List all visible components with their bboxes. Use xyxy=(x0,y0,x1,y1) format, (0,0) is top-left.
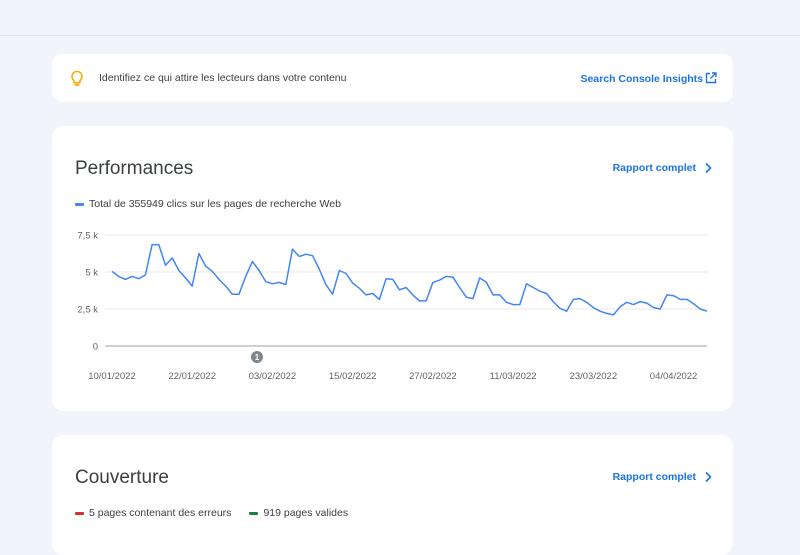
legend-item-valid: 919 pages valides xyxy=(249,507,348,519)
y-tick-label: 7,5 k xyxy=(77,231,98,242)
legend-swatch xyxy=(249,511,259,515)
performance-card: Performances Rapport complet Total de 35… xyxy=(52,126,733,411)
annotation-marker-label: 1 xyxy=(255,353,260,362)
performance-chart: 0 2,5 k 5 k 7,5 k 10/01/2022 22/01/2022 03/02/… xyxy=(77,231,708,382)
legend-label: 5 pages contenant des erreurs xyxy=(89,507,232,519)
x-tick-label: 22/01/2022 xyxy=(168,371,216,382)
top-bar xyxy=(0,0,800,36)
insight-banner: Identifiez ce qui attire les lecteurs da… xyxy=(52,54,733,102)
x-tick-label: 23/03/2022 xyxy=(570,371,618,382)
legend-label: 919 pages valides xyxy=(263,507,349,519)
search-console-insights-link[interactable]: Search Console Insights xyxy=(580,73,703,85)
insight-text: Identifiez ce qui attire les lecteurs da… xyxy=(99,72,347,84)
y-tick-label: 5 k xyxy=(85,268,98,279)
coverage-legend: 5 pages contenant des erreurs 919 pages … xyxy=(75,507,348,519)
coverage-report-link[interactable]: Rapport complet xyxy=(613,471,696,483)
y-tick-label: 0 xyxy=(93,342,98,353)
legend-item-errors: 5 pages contenant des erreurs xyxy=(75,507,231,519)
coverage-card: Couverture Rapport complet 5 pages conte… xyxy=(52,435,733,555)
chevron-right-icon[interactable] xyxy=(703,471,713,483)
x-tick-label: 04/04/2022 xyxy=(650,371,698,382)
open-in-new-icon[interactable] xyxy=(705,72,717,84)
x-tick-label: 03/02/2022 xyxy=(249,371,297,382)
series-line xyxy=(111,243,708,316)
x-tick-label: 27/02/2022 xyxy=(409,371,457,382)
y-tick-label: 2,5 k xyxy=(77,305,98,316)
legend-swatch xyxy=(75,511,84,515)
x-tick-label: 11/03/2022 xyxy=(490,371,537,382)
x-tick-label: 15/02/2022 xyxy=(329,371,377,382)
lightbulb-icon xyxy=(71,70,83,86)
x-tick-label: 10/01/2022 xyxy=(88,371,136,382)
coverage-title: Couverture xyxy=(75,467,169,488)
